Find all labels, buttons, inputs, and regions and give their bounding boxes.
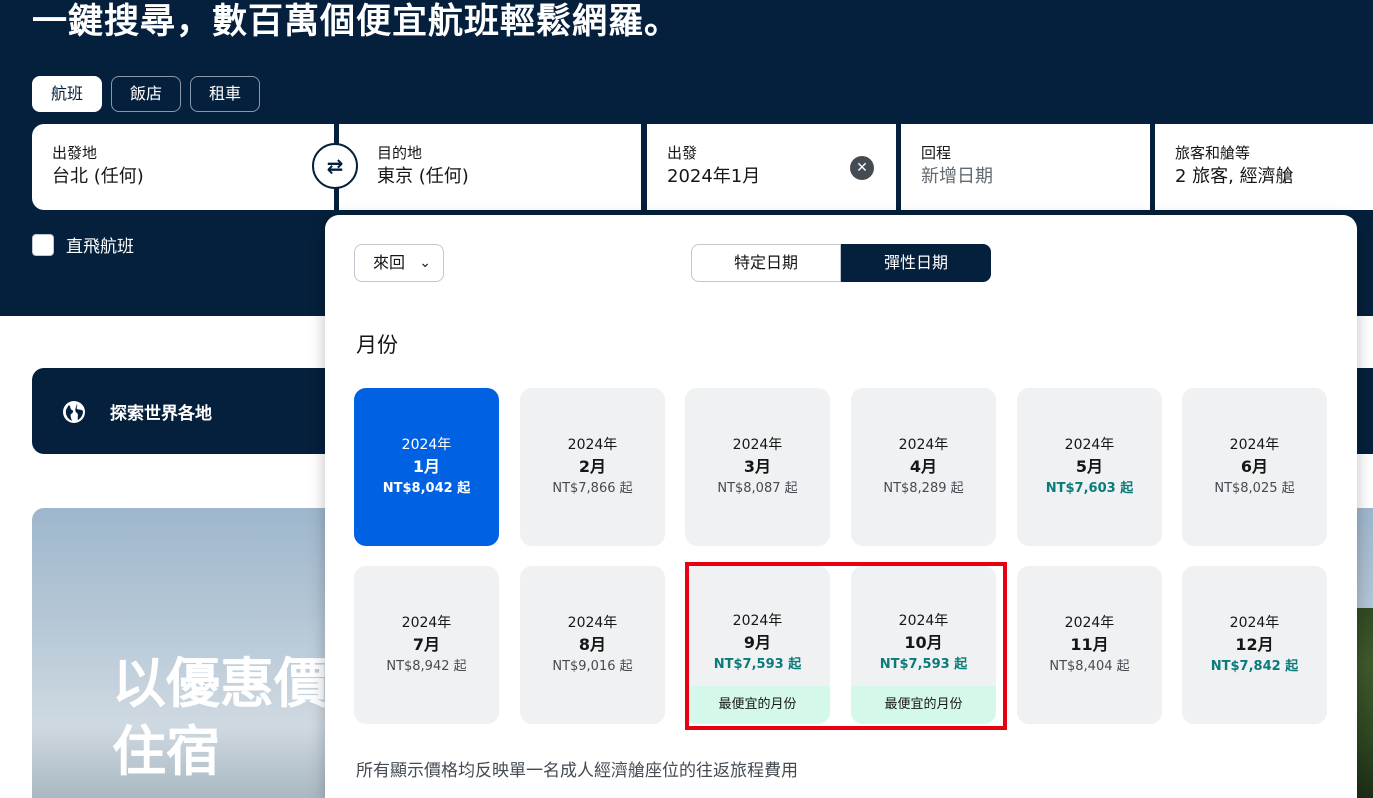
month-year: 2024年: [567, 615, 618, 631]
month-tile-2024-03[interactable]: 2024年 3月 NT$8,087 起: [685, 388, 830, 546]
month-price: NT$7,842 起: [1210, 659, 1299, 674]
month-tile-2024-06[interactable]: 2024年 6月 NT$8,025 起: [1182, 388, 1327, 546]
month-price: NT$7,593 起: [713, 657, 802, 672]
promo-line-1: 以優惠價: [112, 652, 328, 715]
month-tile-2024-10[interactable]: 2024年 10月 NT$7,593 起 最便宜的月份: [851, 566, 996, 724]
month-tile-2024-02[interactable]: 2024年 2月 NT$7,866 起: [520, 388, 665, 546]
origin-value: 台北 (任何): [52, 166, 144, 187]
month-label: 4月: [909, 457, 938, 476]
date-mode-toggle: 特定日期 彈性日期: [691, 244, 991, 282]
month-price: NT$7,593 起: [879, 657, 968, 672]
trip-type-value: 來回: [373, 253, 406, 272]
month-price: NT$8,087 起: [717, 481, 798, 496]
month-heading: 月份: [356, 333, 398, 357]
month-tile-2024-05[interactable]: 2024年 5月 NT$7,603 起: [1017, 388, 1162, 546]
return-placeholder: 新增日期: [921, 166, 993, 187]
month-label: 5月: [1075, 457, 1104, 476]
depart-value: 2024年1月: [667, 166, 761, 187]
specific-dates-button[interactable]: 特定日期: [691, 244, 841, 282]
clear-icon[interactable]: ✕: [850, 156, 874, 180]
direct-flights-option: 直飛航班: [32, 232, 134, 257]
cheapest-month-badge: 最便宜的月份: [851, 686, 996, 724]
month-tile-2024-04[interactable]: 2024年 4月 NT$8,289 起: [851, 388, 996, 546]
month-price: NT$7,603 起: [1045, 481, 1134, 496]
month-label: 3月: [743, 457, 772, 476]
return-field[interactable]: 回程 新增日期: [901, 124, 1150, 210]
month-tile-2024-01[interactable]: 2024年 1月 NT$8,042 起: [354, 388, 499, 546]
tab-car-hire[interactable]: 租車: [190, 76, 261, 112]
return-label: 回程: [921, 144, 952, 162]
month-year: 2024年: [567, 437, 618, 453]
swap-icon[interactable]: ⇄: [312, 143, 358, 189]
travellers-field[interactable]: 旅客和艙等 2 旅客, 經濟艙: [1155, 124, 1373, 210]
adjacent-card-edge: [1356, 368, 1373, 454]
month-price: NT$8,025 起: [1214, 481, 1295, 496]
month-label: 8月: [578, 635, 607, 654]
trip-type-select[interactable]: 來回 ⌄: [354, 244, 444, 282]
month-year: 2024年: [401, 615, 452, 631]
price-footnote: 所有顯示價格均反映單一名成人經濟艙座位的往返旅程費用: [356, 761, 798, 781]
month-price: NT$8,942 起: [386, 659, 467, 674]
promo-headline: 以優惠價 住宿: [112, 650, 328, 786]
destination-field[interactable]: 目的地 東京 (任何): [339, 124, 641, 210]
date-picker-popup: 來回 ⌄ 特定日期 彈性日期 月份 2024年 1月 NT$8,042 起 20…: [325, 215, 1357, 798]
origin-label: 出發地: [52, 144, 98, 162]
month-label: 12月: [1235, 635, 1274, 654]
product-tabs: 航班 飯店 租車: [32, 76, 261, 112]
month-tile-2024-08[interactable]: 2024年 8月 NT$9,016 起: [520, 566, 665, 724]
month-year: 2024年: [898, 613, 949, 629]
direct-flights-label: 直飛航班: [66, 237, 134, 257]
month-price: NT$9,016 起: [552, 659, 633, 674]
flexible-dates-button[interactable]: 彈性日期: [841, 244, 991, 282]
depart-field[interactable]: 出發 2024年1月 ✕: [647, 124, 896, 210]
destination-value: 東京 (任何): [377, 166, 469, 187]
month-label: 9月: [743, 633, 772, 652]
month-label: 10月: [904, 633, 943, 652]
month-year: 2024年: [1229, 437, 1280, 453]
direct-flights-checkbox[interactable]: [32, 233, 54, 256]
month-label: 6月: [1240, 457, 1269, 476]
globe-icon: [63, 401, 85, 423]
month-price: NT$7,866 起: [552, 481, 633, 496]
origin-field[interactable]: 出發地 台北 (任何): [32, 124, 334, 210]
month-tile-2024-11[interactable]: 2024年 11月 NT$8,404 起: [1017, 566, 1162, 724]
destination-label: 目的地: [377, 144, 423, 162]
month-year: 2024年: [1229, 615, 1280, 631]
month-year: 2024年: [898, 437, 949, 453]
tab-flights[interactable]: 航班: [32, 76, 103, 112]
depart-label: 出發: [667, 144, 698, 162]
month-label: 2月: [578, 457, 607, 476]
tab-hotels[interactable]: 飯店: [111, 76, 182, 112]
explore-card[interactable]: 探索世界各地: [32, 368, 372, 454]
chevron-down-icon: ⌄: [419, 255, 431, 271]
promo-line-2: 住宿: [112, 720, 220, 783]
month-tile-2024-09[interactable]: 2024年 9月 NT$7,593 起 最便宜的月份: [685, 566, 830, 724]
month-price: NT$8,042 起: [382, 481, 471, 496]
travellers-value: 2 旅客, 經濟艙: [1175, 166, 1294, 187]
month-year: 2024年: [732, 437, 783, 453]
month-tile-2024-07[interactable]: 2024年 7月 NT$8,942 起: [354, 566, 499, 724]
month-year: 2024年: [732, 613, 783, 629]
month-year: 2024年: [1064, 437, 1115, 453]
page-headline: 一鍵搜尋，數百萬個便宜航班輕鬆網羅。: [32, 2, 681, 42]
explore-label: 探索世界各地: [110, 404, 212, 424]
month-price: NT$8,404 起: [1049, 659, 1130, 674]
month-label: 11月: [1070, 635, 1109, 654]
cheapest-month-badge: 最便宜的月份: [685, 686, 830, 724]
travellers-label: 旅客和艙等: [1175, 144, 1251, 162]
month-label: 1月: [412, 457, 441, 476]
month-price: NT$8,289 起: [883, 481, 964, 496]
month-label: 7月: [412, 635, 441, 654]
month-year: 2024年: [1064, 615, 1115, 631]
month-year: 2024年: [401, 437, 452, 453]
month-tile-2024-12[interactable]: 2024年 12月 NT$7,842 起: [1182, 566, 1327, 724]
